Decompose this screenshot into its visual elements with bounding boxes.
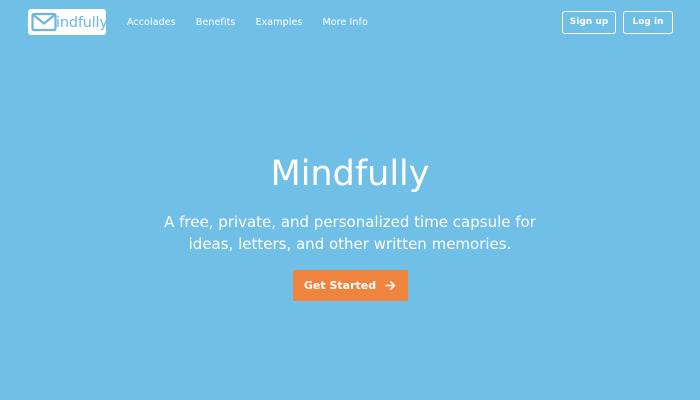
get-started-label: Get Started [303, 279, 377, 292]
arrow-right-icon [385, 280, 396, 291]
logo-text: indfully [56, 14, 108, 31]
navbar: indfully Accolades Benefits Examples Mor… [28, 8, 673, 36]
login-button[interactable]: Log in [623, 10, 673, 34]
signup-button[interactable]: Sign up [562, 10, 616, 34]
nav-link-more-info[interactable]: More Info [322, 17, 367, 28]
hero-subtitle: A free, private, and personalized time c… [164, 213, 536, 253]
hero-title: Mindfully [270, 154, 430, 194]
page: indfully Accolades Benefits Examples Mor… [0, 0, 700, 400]
nav-actions: Sign up Log in [562, 10, 673, 34]
nav-link-accolades[interactable]: Accolades [127, 17, 176, 28]
envelope-m-icon [31, 12, 57, 32]
nav-link-examples[interactable]: Examples [255, 17, 302, 28]
nav-links: Accolades Benefits Examples More Info [117, 17, 378, 28]
hero-section: Mindfully A free, private, and personali… [0, 150, 700, 301]
get-started-button[interactable]: Get Started [292, 270, 408, 301]
logo[interactable]: indfully [28, 9, 108, 35]
nav-link-benefits[interactable]: Benefits [196, 17, 236, 28]
